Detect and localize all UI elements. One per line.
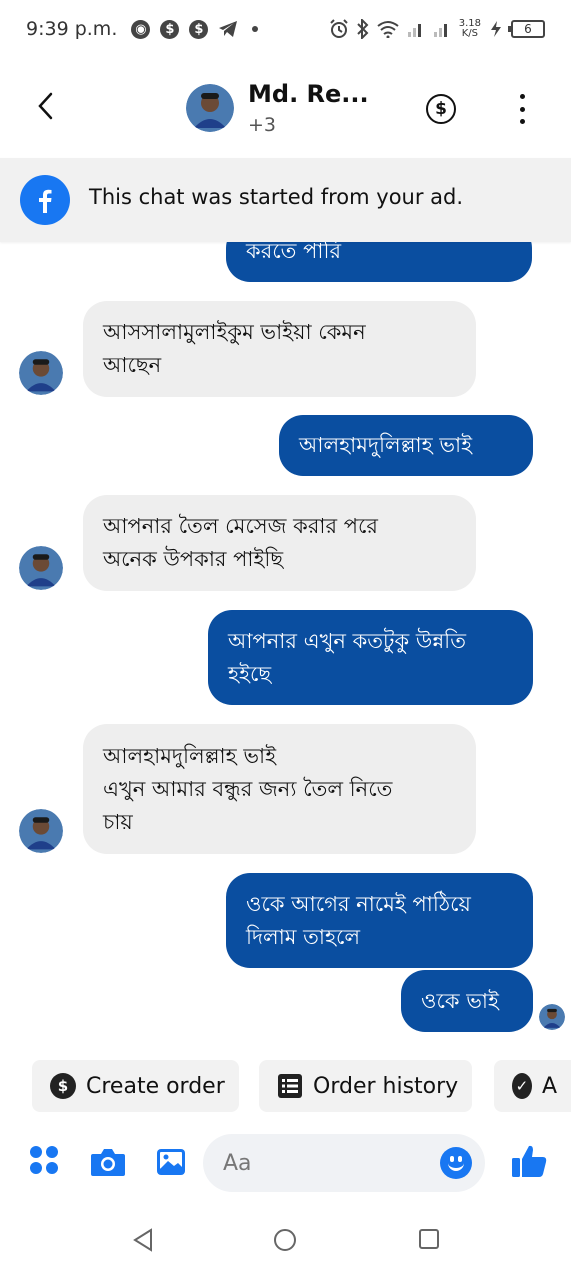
quick-action-button[interactable]: ✓ A [494,1060,571,1112]
message-text: আছেন [103,353,162,377]
nav-home-icon[interactable] [273,1228,297,1256]
seen-avatar [539,1004,565,1030]
message-composer [0,1130,571,1196]
message-text: আলহামদুলিল্লাহ ভাই [299,433,473,457]
chat-header: Md. Re... +3 $ [0,58,571,158]
emoji-icon[interactable] [440,1147,472,1179]
apps-icon[interactable] [30,1146,60,1176]
status-time: 9:39 p.m. [26,18,118,40]
nav-recents-icon[interactable] [418,1228,440,1254]
message-text: আলহামদুলিল্লাহ ভাই [103,743,277,768]
message-text: দিলাম তাহলে [246,924,361,949]
message-text: অনেক উপকার পাইছি [103,547,284,571]
message-text: ওকে আগের নামেই পাঠিয়ে [246,891,471,916]
network-speed: 3.18 K/S [459,19,481,39]
like-icon[interactable] [510,1142,548,1184]
create-order-button[interactable]: $ Create order [32,1060,239,1112]
message-text: চায় [103,809,133,834]
order-history-button[interactable]: Order history [259,1060,473,1112]
ad-banner: This chat was started from your ad. [0,158,571,242]
check-circle-icon: ✓ [512,1073,532,1099]
participants-count: +3 [248,114,277,136]
quick-action-label: A [541,1073,557,1099]
quick-actions-bar: $ Create order Order history ✓ A [0,1060,571,1114]
message-text: আপনার এখুন কতটুকু উন্নতি [228,628,466,653]
dollar-circle-icon: $ [50,1073,76,1099]
message-text: আপনার তৈল মেসেজ করার পরে [103,514,378,538]
dollar-icon: $ [189,19,209,39]
dollar-button[interactable]: $ [426,94,456,124]
message-bubble-outgoing[interactable]: ওকে ভাই [401,970,533,1032]
gallery-icon[interactable] [155,1146,187,1182]
camera-icon[interactable] [90,1146,126,1182]
notification-dot-icon [252,26,259,32]
avatar[interactable] [186,84,234,132]
alarm-icon [330,19,348,38]
battery-icon: 6 [508,20,545,38]
nav-back-icon[interactable] [132,1228,154,1256]
message-bubble-outgoing[interactable]: আপনার এখুন কতটুকু উন্নতি হইছে [208,610,533,705]
chrome-icon: ◉ [131,19,151,39]
contact-name[interactable]: Md. Re... [248,80,369,108]
create-order-label: Create order [86,1073,225,1099]
back-button[interactable] [30,86,60,126]
status-left: 9:39 p.m. ◉ $ $ [26,18,259,40]
dollar-icon: $ [160,19,180,39]
dollar-icon: $ [435,99,447,119]
message-bubble-incoming[interactable]: আসসালামুলাইকুম ভাইয়া কেমন আছেন [83,301,476,397]
avatar[interactable] [19,546,63,590]
status-bar: 9:39 p.m. ◉ $ $ 3.18 K/S 6 [0,0,571,58]
facebook-icon [20,175,70,225]
message-text: আসসালামুলাইকুম ভাইয়া কেমন [103,320,366,344]
telegram-icon [219,21,238,37]
message-text: হইছে [228,661,272,686]
signal-icon [407,24,421,37]
wifi-icon [377,21,399,38]
chevron-left-icon [38,92,53,120]
charging-icon [491,21,501,37]
message-bubble-incoming[interactable]: আপনার তৈল মেসেজ করার পরে অনেক উপকার পাইছ… [83,495,476,591]
bluetooth-icon [357,19,369,39]
avatar[interactable] [19,351,63,395]
more-options-button[interactable] [512,94,532,124]
system-nav-bar [0,1200,571,1280]
message-text: ওকে ভাই [421,988,499,1013]
ad-banner-text: This chat was started from your ad. [89,185,464,209]
message-bubble-outgoing[interactable]: ওকে আগের নামেই পাঠিয়ে দিলাম তাহলে [226,873,533,968]
speed-unit: K/S [461,28,478,39]
avatar[interactable] [19,809,63,853]
list-icon [278,1074,302,1098]
message-bubble-incoming[interactable]: আলহামদুলিল্লাহ ভাই এখুন আমার বন্ধুর জন্য… [83,724,476,854]
status-right: 3.18 K/S 6 [329,19,545,39]
order-history-label: Order history [313,1073,459,1099]
message-bubble-outgoing[interactable]: আলহামদুলিল্লাহ ভাই [279,415,533,476]
message-text: এখুন আমার বন্ধুর জন্য তৈল নিতে [103,776,393,801]
signal-icon [433,24,447,37]
